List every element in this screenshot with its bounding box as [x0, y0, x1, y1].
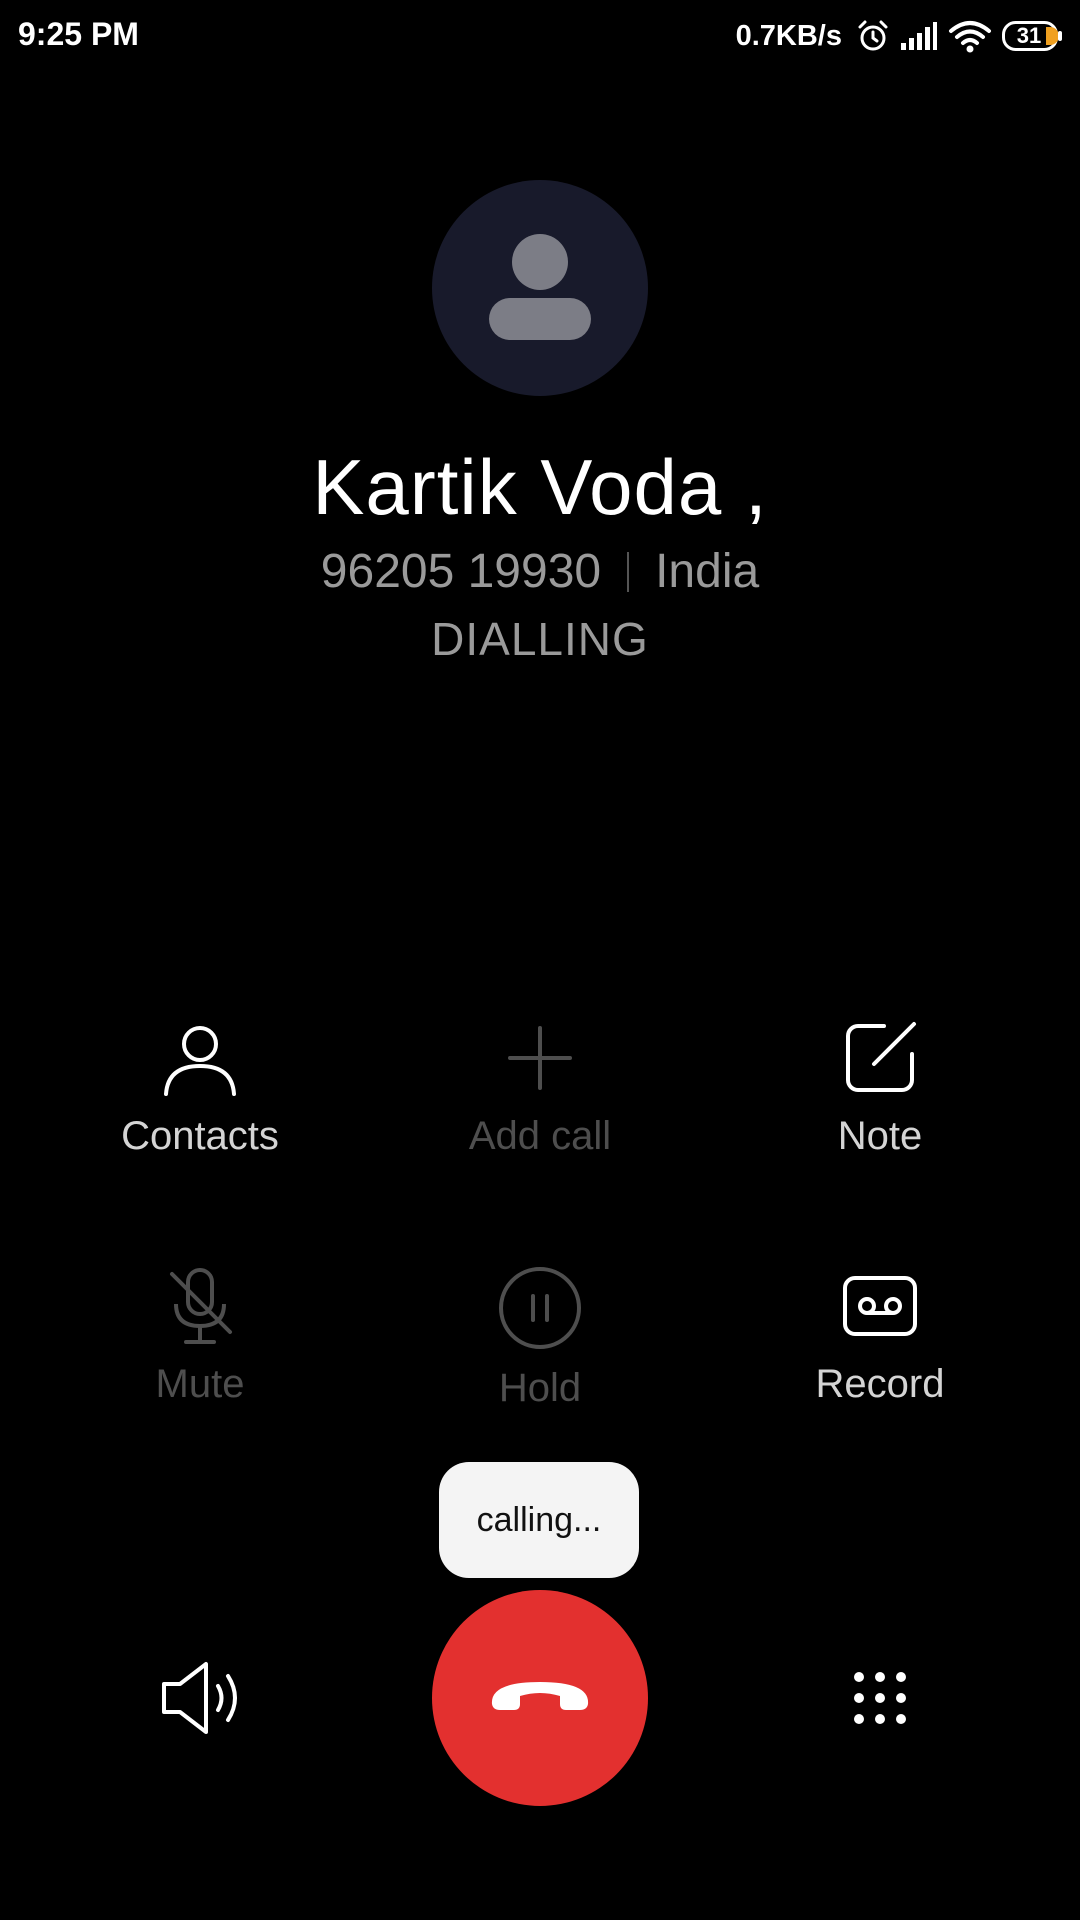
dialpad-button[interactable]: [852, 1670, 908, 1731]
plus-icon: [508, 1026, 572, 1090]
call-status: DIALLING: [431, 613, 649, 665]
battery-icon: 31: [1002, 21, 1064, 51]
hang-up-icon: [491, 1682, 589, 1710]
add-call-label: Add call: [468, 1114, 612, 1158]
phone-number: 96205 19930: [320, 545, 602, 598]
end-call-button[interactable]: [432, 1590, 648, 1806]
network-speed: 0.7KB/s: [735, 19, 842, 52]
speaker-icon: [162, 1662, 237, 1734]
caller-name: Kartik Voda ,: [312, 443, 768, 531]
status-icons: 0.7KB/s 31: [736, 14, 1064, 58]
calling-toast: calling...: [439, 1462, 639, 1578]
wifi-icon: [949, 21, 991, 53]
divider: [627, 551, 630, 592]
mute-button[interactable]: Mute: [50, 1266, 350, 1407]
alarm-icon: [858, 20, 888, 51]
pause-icon: [499, 1267, 581, 1349]
contacts-button[interactable]: Contacts: [50, 1018, 350, 1159]
battery-level: 31: [1016, 23, 1042, 48]
mute-label: Mute: [155, 1362, 245, 1406]
person-icon: [164, 1026, 236, 1096]
speaker-button[interactable]: [158, 1656, 246, 1745]
avatar: [432, 180, 648, 396]
person-placeholder-icon: [489, 234, 591, 340]
status-time: 9:25 PM: [18, 16, 139, 52]
hold-label: Hold: [498, 1366, 582, 1410]
cassette-icon: [843, 1276, 917, 1336]
in-call-screen: 9:25 PM 0.7KB/s 31 Kartik Voda , 96205 1…: [0, 0, 1080, 1920]
caller-details: 96205 19930 India: [0, 544, 1080, 599]
add-call-button[interactable]: Add call: [390, 1018, 690, 1159]
contacts-label: Contacts: [121, 1114, 279, 1158]
status-bar: 9:25 PM 0.7KB/s 31: [0, 0, 1080, 72]
mic-off-icon: [170, 1268, 232, 1344]
record-button[interactable]: Record: [730, 1266, 1030, 1407]
caller-location: India: [655, 545, 760, 598]
edit-note-icon: [846, 1022, 916, 1092]
note-button[interactable]: Note: [730, 1018, 1030, 1159]
note-label: Note: [837, 1114, 923, 1158]
hold-button[interactable]: Hold: [390, 1266, 690, 1411]
signal-icon: [901, 22, 937, 50]
dialpad-icon: [854, 1672, 906, 1724]
record-label: Record: [815, 1362, 945, 1406]
